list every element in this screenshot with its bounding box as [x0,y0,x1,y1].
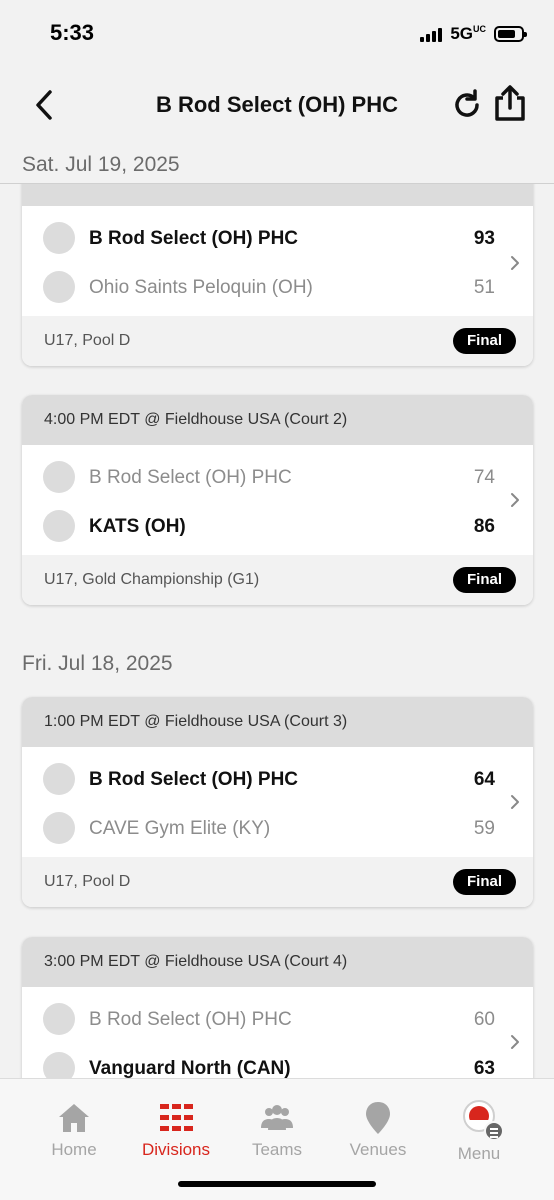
tab-label: Home [51,1140,97,1159]
game-card[interactable]: 1:00 PM EDT @ Fieldhouse USA (Court 3) B… [22,697,533,907]
status-time: 5:33 [50,20,95,45]
menu-list-icon [484,1121,504,1141]
tab-home[interactable]: Home [24,1079,124,1179]
teams-icon [261,1105,293,1130]
status-indicators: 5GUC [420,24,527,44]
team-logo [43,222,75,254]
game-footer: U17, Pool D Final [22,316,533,366]
chevron-right-icon [511,1035,519,1049]
team-score: 63 [473,1058,495,1078]
status-badge: Final [452,567,516,593]
team-row: Ohio Saints Peloquin (OH) 51 [22,255,533,304]
team-logo [43,812,75,844]
team-name: B Rod Select (OH) PHC [89,769,299,790]
status-badge: Final [452,869,516,895]
tab-label: Divisions [141,1140,211,1159]
tab-label: Teams [251,1140,303,1159]
game-header: 1:00 PM EDT @ Fieldhouse USA (Court 3) [22,697,533,747]
share-button[interactable] [492,84,528,122]
network-sub: UC [473,24,486,34]
team-name: B Rod Select (OH) PHC [89,228,299,249]
tab-venues[interactable]: Venues [328,1079,428,1179]
team-logo [43,1003,75,1035]
team-logo [43,763,75,795]
team-logo [43,510,75,542]
team-logo [43,1052,75,1078]
divisions-icon [160,1104,193,1131]
tab-teams[interactable]: Teams [227,1079,327,1179]
team-score: 93 [473,228,495,249]
tab-divisions[interactable]: Divisions [126,1079,226,1179]
tab-label: Venues [349,1140,407,1159]
game-footer: U17, Pool D Final [22,857,533,907]
team-logo [43,461,75,493]
team-row: B Rod Select (OH) PHC 74 [22,445,533,494]
share-icon [495,85,525,121]
team-name: Ohio Saints Peloquin (OH) [89,277,313,298]
game-footer: U17, Gold Championship (G1) Final [22,555,533,605]
team-name: KATS (OH) [89,516,186,537]
team-score: 74 [473,467,495,488]
team-score: 86 [473,516,495,537]
game-header: 3:00 PM EDT @ Fieldhouse USA (Court 4) [22,937,533,987]
tab-label: Menu [457,1144,501,1163]
team-row: B Rod Select (OH) PHC 60 [22,987,533,1036]
division-label: U17, Pool D [44,332,131,349]
team-logo [43,271,75,303]
game-header: 4:00 PM EDT @ Fieldhouse USA (Court 2) [22,395,533,445]
home-indicator [178,1181,376,1187]
game-card[interactable]: B Rod Select (OH) PHC 93 Ohio Saints Pel… [22,156,533,366]
division-label: U17, Pool D [44,873,131,890]
team-name: Vanguard North (CAN) [89,1058,291,1078]
team-row: Vanguard North (CAN) 63 [22,1036,533,1078]
game-card[interactable]: 4:00 PM EDT @ Fieldhouse USA (Court 2) B… [22,395,533,605]
team-name: B Rod Select (OH) PHC [89,1009,292,1030]
status-badge: Final [452,328,516,354]
game-card[interactable]: 3:00 PM EDT @ Fieldhouse USA (Court 4) B… [22,937,533,1078]
team-row: B Rod Select (OH) PHC 64 [22,747,533,796]
nav-bar: B Rod Select (OH) PHC [0,70,554,140]
team-row: B Rod Select (OH) PHC 93 [22,206,533,255]
venues-icon [366,1102,390,1134]
signal-icon [420,26,443,42]
chevron-right-icon [511,493,519,507]
network-type: 5G [450,24,473,43]
team-row: CAVE Gym Elite (KY) 59 [22,796,533,845]
home-icon [59,1104,89,1132]
games-list[interactable]: Sat. Jul 19, 2025 B Rod Select (OH) PHC … [0,140,554,1078]
team-name: CAVE Gym Elite (KY) [89,818,271,839]
chevron-right-icon [511,256,519,270]
tab-menu[interactable]: Menu [429,1079,529,1179]
date-header-sticky: Sat. Jul 19, 2025 [0,140,554,184]
chevron-right-icon [511,795,519,809]
team-score: 51 [473,277,495,298]
date-header: Sat. Jul 19, 2025 [22,153,180,176]
refresh-button[interactable] [450,88,484,122]
team-score: 59 [473,818,495,839]
team-score: 64 [473,769,495,790]
refresh-icon [455,89,479,117]
team-name: B Rod Select (OH) PHC [89,467,292,488]
battery-icon [494,26,527,42]
team-score: 60 [473,1009,495,1030]
network-label: 5GUC [450,24,486,44]
team-row: KATS (OH) 86 [22,494,533,543]
date-header: Fri. Jul 18, 2025 [22,652,173,675]
status-bar: 5:33 5GUC [0,0,554,70]
division-label: U17, Gold Championship (G1) [44,571,260,588]
